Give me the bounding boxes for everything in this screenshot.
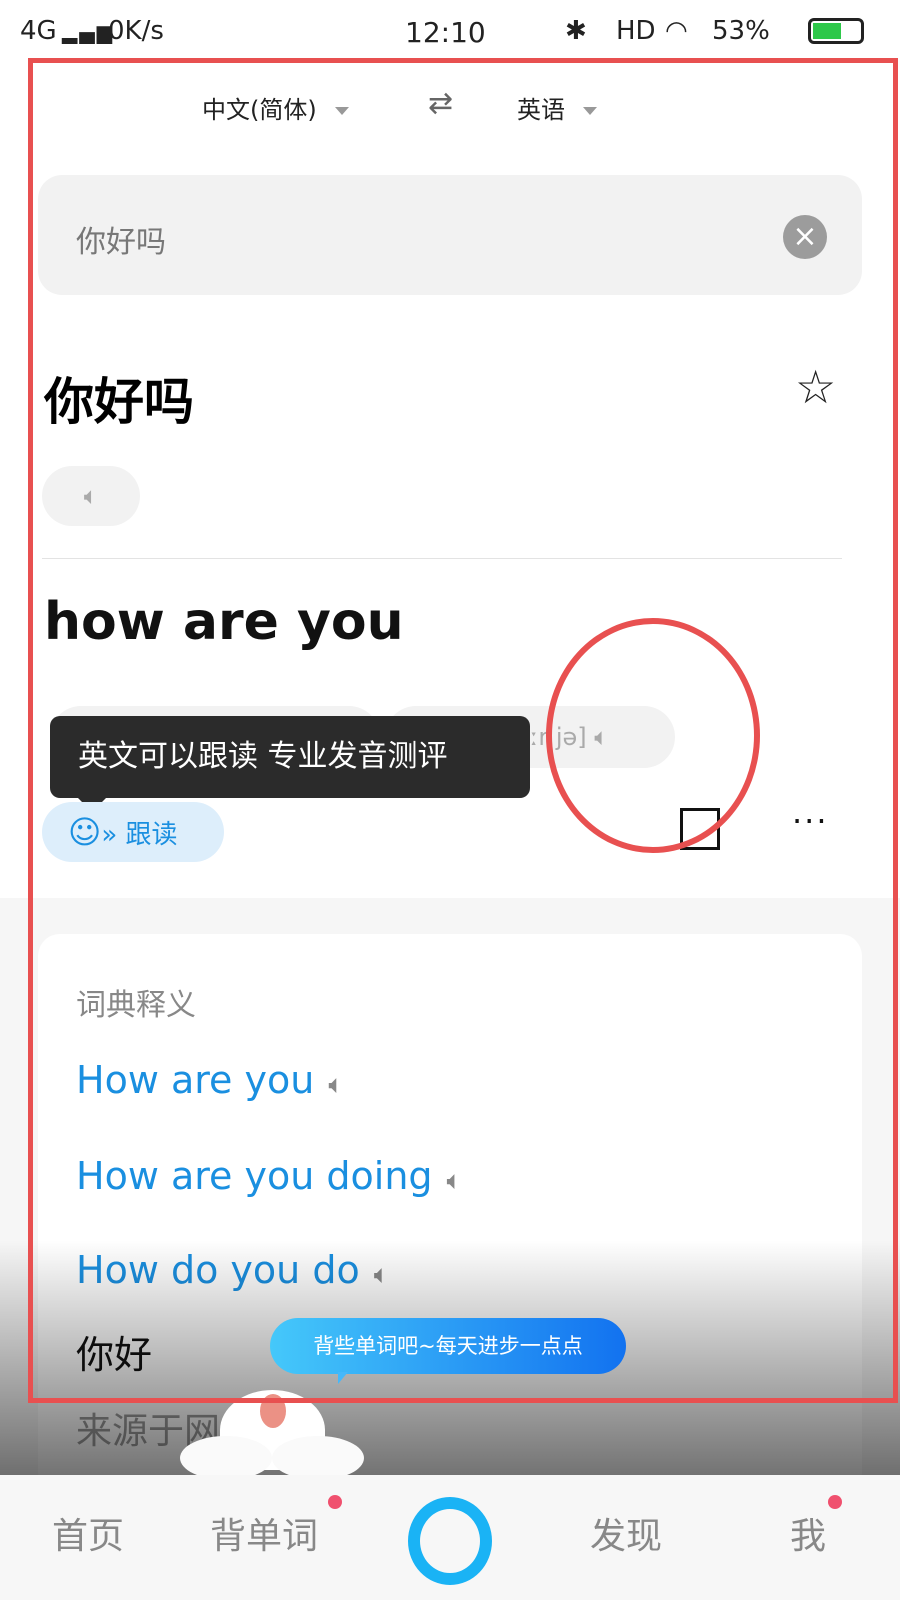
notification-badge <box>328 1495 342 1509</box>
source-speaker-button[interactable]: 🔈︎ <box>42 466 140 526</box>
battery-icon <box>808 18 864 44</box>
clock: 12:10 <box>405 16 486 49</box>
target-language-label: 英语 <box>517 96 565 124</box>
copy-icon[interactable] <box>680 808 720 850</box>
definition-item[interactable]: How are you doing 🔈︎ <box>76 1154 462 1198</box>
signal-icon: ▂▄▆ <box>62 20 115 44</box>
nav-discover[interactable]: 发现 <box>590 1507 662 1559</box>
translation-text: how are you <box>44 592 404 652</box>
dictionary-section: 词典释义 How are you 🔈︎ How are you doing 🔈︎ H… <box>0 898 900 1494</box>
tooltip: 英文可以跟读 专业发音测评 <box>50 716 530 812</box>
bluetooth-icon: ✱ <box>565 16 587 46</box>
bottom-nav: 首页 背单词 发现 我 <box>0 1475 900 1600</box>
status-bar: 4G ▂▄▆ 0K/s 12:10 ✱ HD ◠ 53% <box>0 0 900 60</box>
follow-read-label: 跟读 <box>125 820 178 850</box>
divider <box>42 558 842 559</box>
more-icon[interactable]: ··· <box>792 802 829 840</box>
mascot-icon[interactable] <box>180 1390 365 1482</box>
speaker-icon[interactable]: 🔈︎ <box>328 1070 344 1100</box>
meaning-text: 你好 <box>76 1333 153 1377</box>
bubble-tail <box>338 1372 348 1384</box>
speaker-icon: 🔈︎ <box>594 723 609 751</box>
wifi-icon: ◠ <box>665 16 688 46</box>
input-text[interactable]: 你好吗 <box>76 217 166 261</box>
definition-text: How are you <box>76 1058 315 1102</box>
definition-text: How are you doing <box>76 1154 433 1198</box>
definition-item[interactable]: How do you do 🔈︎ <box>76 1248 389 1292</box>
translate-input[interactable]: 你好吗 × <box>38 175 862 295</box>
speaker-icon: 🔈︎ <box>83 482 99 510</box>
network-indicator: 4G <box>20 16 57 46</box>
source-text: 你好吗 <box>44 373 194 431</box>
smiley-icon: ☺ <box>68 813 102 851</box>
chevron-down-icon <box>334 107 349 115</box>
source-language-select[interactable]: 中文(简体) <box>202 90 349 125</box>
network-speed: 0K/s <box>108 16 164 46</box>
source-language-label: 中文(简体) <box>202 96 317 124</box>
speaker-icon[interactable]: 🔈︎ <box>447 1166 463 1196</box>
notification-badge <box>828 1495 842 1509</box>
chevron-down-icon <box>583 107 597 115</box>
nav-home[interactable]: 首页 <box>52 1507 124 1559</box>
dictionary-title: 词典释义 <box>76 988 196 1023</box>
hd-indicator: HD <box>616 16 656 46</box>
voice-assistant-button[interactable] <box>408 1497 492 1585</box>
definition-text: How do you do <box>76 1248 360 1292</box>
swap-arrows-icon[interactable]: ⇄ <box>428 86 453 121</box>
follow-read-button[interactable]: ☺» 跟读 <box>42 802 224 862</box>
nav-me[interactable]: 我 <box>790 1507 826 1559</box>
dictionary-card: 词典释义 How are you 🔈︎ How are you doing 🔈︎ H… <box>38 934 862 1494</box>
target-language-select[interactable]: 英语 <box>517 90 597 125</box>
clear-icon[interactable]: × <box>783 215 827 259</box>
nav-vocabulary[interactable]: 背单词 <box>210 1507 318 1559</box>
definition-item[interactable]: How are you 🔈︎ <box>76 1058 344 1102</box>
speaker-icon[interactable]: 🔈︎ <box>374 1260 390 1290</box>
star-icon[interactable]: ☆ <box>795 360 836 414</box>
mascot-bubble[interactable]: 背些单词吧~每天进步一点点 <box>270 1318 626 1374</box>
battery-percent: 53% <box>712 16 770 46</box>
